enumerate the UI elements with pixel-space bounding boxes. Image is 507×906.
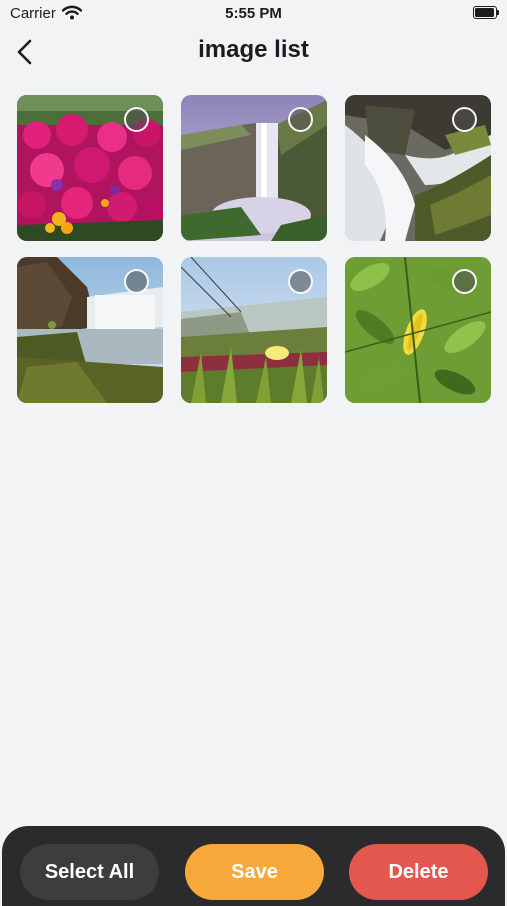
page-title: image list [198, 36, 309, 63]
image-tile[interactable] [345, 95, 491, 241]
status-time: 5:55 PM [225, 5, 282, 22]
image-tile[interactable] [345, 257, 491, 403]
battery-icon [473, 6, 499, 19]
save-button[interactable]: Save [185, 844, 324, 900]
image-tile[interactable] [17, 257, 163, 403]
select-circle[interactable] [452, 269, 477, 294]
image-tile[interactable] [17, 95, 163, 241]
navigation-bar: image list [0, 28, 507, 76]
select-circle[interactable] [452, 107, 477, 132]
select-circle[interactable] [288, 107, 313, 132]
select-circle[interactable] [124, 107, 149, 132]
select-circle[interactable] [124, 269, 149, 294]
status-bar: Carrier 5:55 PM [0, 0, 507, 28]
bottom-action-bar: Select All Save Delete [2, 826, 505, 906]
select-all-button[interactable]: Select All [20, 844, 159, 900]
delete-button[interactable]: Delete [349, 844, 488, 900]
select-circle[interactable] [288, 269, 313, 294]
image-tile[interactable] [181, 257, 327, 403]
image-tile[interactable] [181, 95, 327, 241]
